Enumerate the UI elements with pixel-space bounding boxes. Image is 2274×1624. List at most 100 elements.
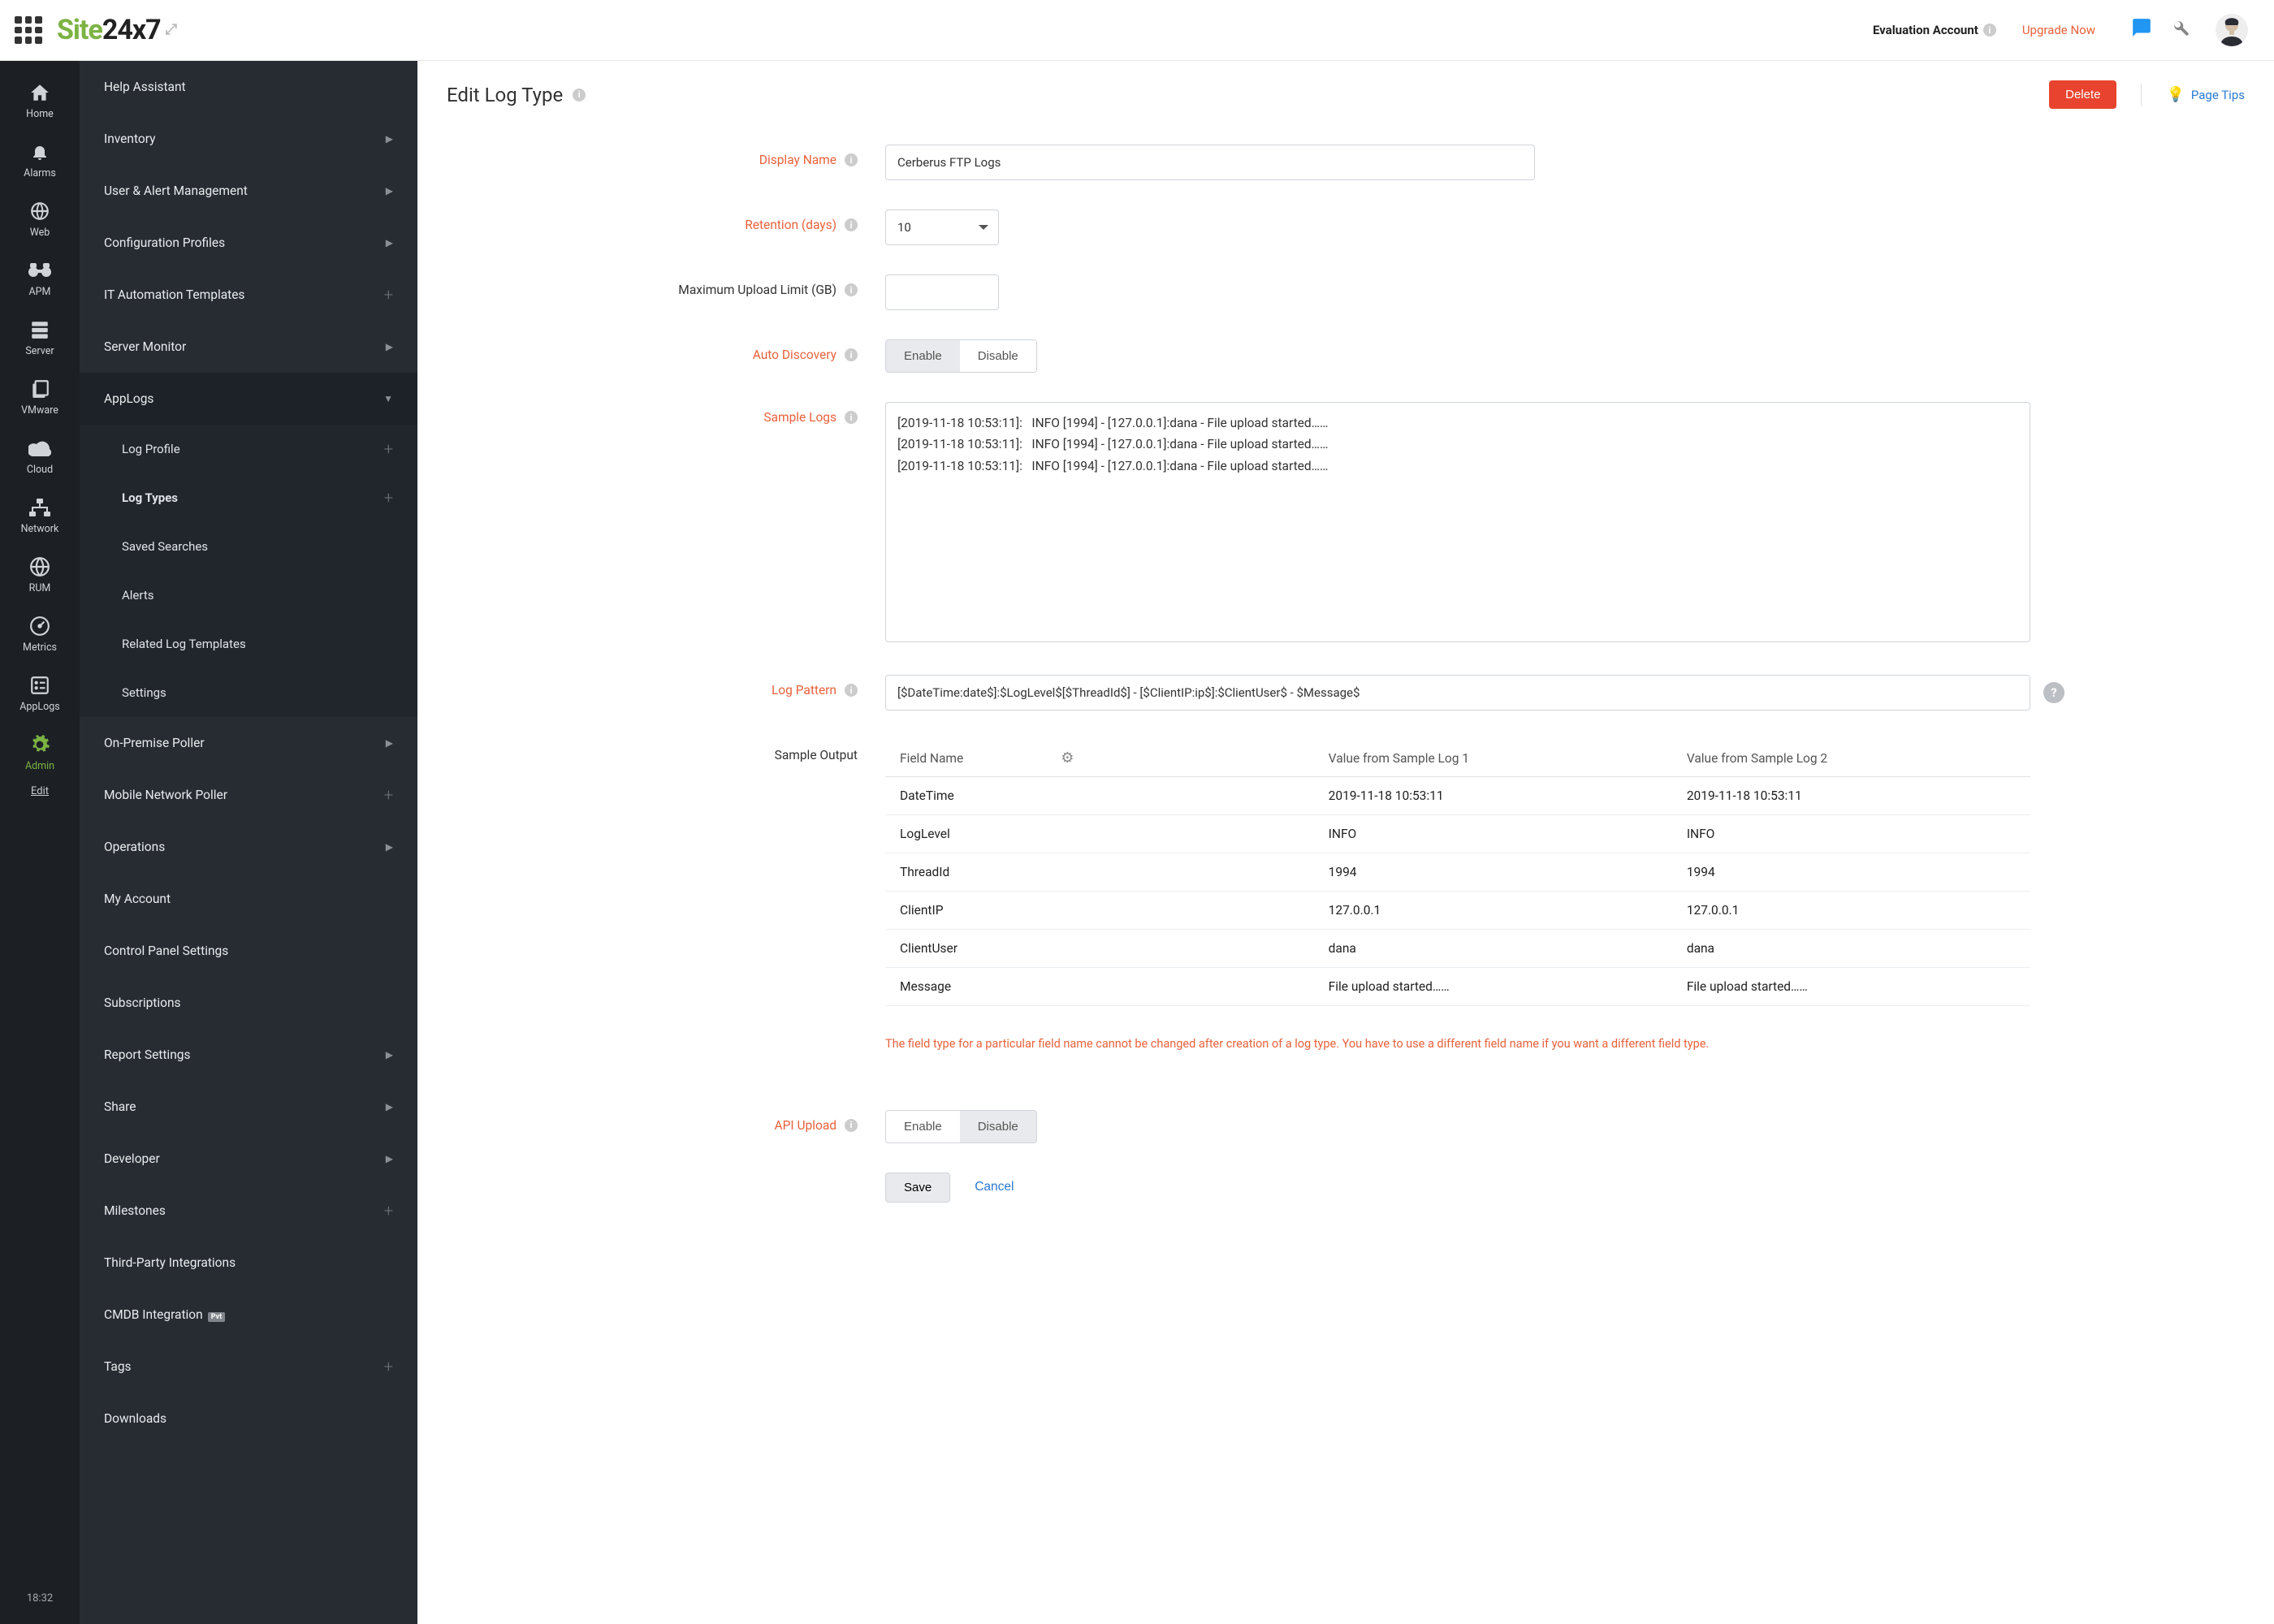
plus-icon[interactable]: + <box>384 439 393 459</box>
sidebar-item-label: CMDB IntegrationPvt <box>104 1307 225 1322</box>
sidebar-item-label: Downloads <box>104 1411 166 1426</box>
sidebar-item-tags[interactable]: Tags+ <box>80 1341 417 1393</box>
chat-icon[interactable] <box>2129 17 2154 44</box>
sidebar-item-label: Share <box>104 1099 136 1114</box>
info-icon[interactable]: i <box>573 89 586 102</box>
sidebar-item-help-assistant[interactable]: Help Assistant <box>80 61 417 113</box>
sidebar-item-my-account[interactable]: My Account <box>80 873 417 925</box>
api-upload-enable-button[interactable]: Enable <box>886 1111 960 1142</box>
sidebar-subitem-related-log-templates[interactable]: Related Log Templates <box>80 620 417 668</box>
rail-item-server[interactable]: Server <box>0 306 80 365</box>
table-cell: dana <box>1314 930 1672 968</box>
sliders-icon[interactable]: ⚙ <box>1061 749 1074 767</box>
user-avatar[interactable] <box>2216 14 2248 46</box>
rail-item-web[interactable]: Web <box>0 188 80 247</box>
sidebar-item-milestones[interactable]: Milestones + <box>80 1185 417 1237</box>
sidebar-item-label: Mobile Network Poller <box>104 788 227 802</box>
info-icon[interactable]: i <box>845 283 858 296</box>
rail-item-rum[interactable]: RUM <box>0 543 80 603</box>
sidebar-item-on-premise-poller[interactable]: On-Premise Poller▶ <box>80 717 417 769</box>
save-button[interactable]: Save <box>885 1173 950 1203</box>
sidebar-item-label: Help Assistant <box>104 80 186 94</box>
sidebar-item-server-monitor[interactable]: Server Monitor▶ <box>80 321 417 373</box>
chevron-right-icon: ▶ <box>386 1049 393 1060</box>
plus-icon[interactable]: + <box>384 1201 393 1220</box>
rail-label: Network <box>3 523 76 535</box>
plus-icon[interactable]: + <box>384 1357 393 1376</box>
sidebar-item-third-party-integrations[interactable]: Third-Party Integrations <box>80 1237 417 1289</box>
sidebar-item-control-panel-settings[interactable]: Control Panel Settings <box>80 925 417 977</box>
chevron-right-icon: ▶ <box>386 1101 393 1112</box>
sidebar-item-user-alert-management[interactable]: User & Alert Management▶ <box>80 165 417 217</box>
table-row: LogLevelINFOINFO <box>885 815 2030 853</box>
delete-button[interactable]: Delete <box>2049 80 2116 109</box>
rail-item-alarms[interactable]: Alarms <box>0 128 80 188</box>
sidebar-item-cmdb-integration[interactable]: CMDB IntegrationPvt <box>80 1289 417 1341</box>
sidebar-item-applogs[interactable]: AppLogs▼ <box>80 373 417 425</box>
rail-item-vmware[interactable]: VMware <box>0 365 80 425</box>
rail-item-applogs[interactable]: AppLogs <box>0 662 80 721</box>
rail-item-apm[interactable]: APM <box>0 247 80 306</box>
rail-item-admin[interactable]: Admin <box>0 721 80 780</box>
sidebar-item-share[interactable]: Share ▶ <box>80 1081 417 1133</box>
auto-discovery-disable-button[interactable]: Disable <box>960 340 1036 372</box>
sidebar-item-label: Alerts <box>122 588 154 603</box>
rail-label: Home <box>3 108 76 120</box>
info-icon[interactable]: i <box>845 218 858 231</box>
sample-logs-textarea[interactable] <box>885 402 2030 642</box>
divider <box>2141 84 2142 106</box>
info-icon[interactable]: i <box>845 411 858 424</box>
help-icon[interactable]: ? <box>2043 682 2064 703</box>
sidebar-subitem-log-profile[interactable]: Log Profile+ <box>80 425 417 473</box>
auto-discovery-toggle: Enable Disable <box>885 339 1037 373</box>
info-icon[interactable]: i <box>845 348 858 361</box>
sidebar-item-developer[interactable]: Developer▶ <box>80 1133 417 1185</box>
rail-item-network[interactable]: Network <box>0 484 80 543</box>
rail-item-cloud[interactable]: Cloud <box>0 425 80 484</box>
page-tips-link[interactable]: 💡 Page Tips <box>2166 86 2245 103</box>
retention-select[interactable]: 10 <box>885 209 999 245</box>
plus-icon[interactable]: + <box>384 285 393 304</box>
sidebar-item-operations[interactable]: Operations▶ <box>80 821 417 873</box>
cancel-button[interactable]: Cancel <box>975 1180 1014 1194</box>
sidebar-item-downloads[interactable]: Downloads <box>80 1393 417 1445</box>
sidebar-item-label: Subscriptions <box>104 996 181 1010</box>
display-name-input[interactable] <box>885 145 1535 180</box>
plus-icon[interactable]: + <box>384 785 393 805</box>
sidebar-item-subscriptions[interactable]: Subscriptions <box>80 977 417 1029</box>
expand-icon[interactable]: ⤢ <box>166 23 176 37</box>
sidebar-item-mobile-network-poller[interactable]: Mobile Network Poller + <box>80 769 417 821</box>
rail-item-metrics[interactable]: Metrics <box>0 603 80 662</box>
app-grid-icon[interactable] <box>15 16 42 44</box>
sidebar-item-it-automation-templates[interactable]: IT Automation Templates+ <box>80 269 417 321</box>
sidebar-item-inventory[interactable]: Inventory▶ <box>80 113 417 165</box>
max-upload-input[interactable] <box>885 274 999 310</box>
table-cell: DateTime <box>885 777 1314 815</box>
info-icon[interactable]: i <box>845 1119 858 1132</box>
log-pattern-input[interactable] <box>885 675 2030 710</box>
rail-label: Admin <box>3 760 76 772</box>
wrench-icon[interactable] <box>2168 19 2193 41</box>
rail-edit-link[interactable]: Edit <box>31 785 49 797</box>
sidebar-item-label: Milestones <box>104 1203 166 1218</box>
sidebar-subitem-settings[interactable]: Settings <box>80 668 417 717</box>
plus-icon[interactable]: + <box>384 488 393 508</box>
sidebar-subitem-alerts[interactable]: Alerts <box>80 571 417 620</box>
page-title: Edit Log Type <box>447 84 563 106</box>
product-logo[interactable]: Site24x7 ⤢ <box>57 14 176 46</box>
api-upload-disable-button[interactable]: Disable <box>960 1111 1036 1142</box>
sidebar-item-report-settings[interactable]: Report Settings▶ <box>80 1029 417 1081</box>
sidebar-item-configuration-profiles[interactable]: Configuration Profiles▶ <box>80 217 417 269</box>
info-icon[interactable]: i <box>845 153 858 166</box>
info-icon[interactable]: i <box>845 684 858 697</box>
info-icon[interactable]: i <box>1983 24 1996 37</box>
table-cell: 127.0.0.1 <box>1672 892 2030 930</box>
upgrade-now-link[interactable]: Upgrade Now <box>2022 23 2095 37</box>
sidebar-subitem-saved-searches[interactable]: Saved Searches <box>80 522 417 571</box>
sidebar-subitem-log-types[interactable]: Log Types+ <box>80 473 417 522</box>
rail-item-home[interactable]: Home <box>0 69 80 128</box>
admin-sidebar: Help Assistant Inventory▶User & Alert Man… <box>80 61 417 1624</box>
rail-label: VMware <box>3 404 76 417</box>
bulb-icon: 💡 <box>2166 86 2184 103</box>
auto-discovery-enable-button[interactable]: Enable <box>886 340 960 372</box>
